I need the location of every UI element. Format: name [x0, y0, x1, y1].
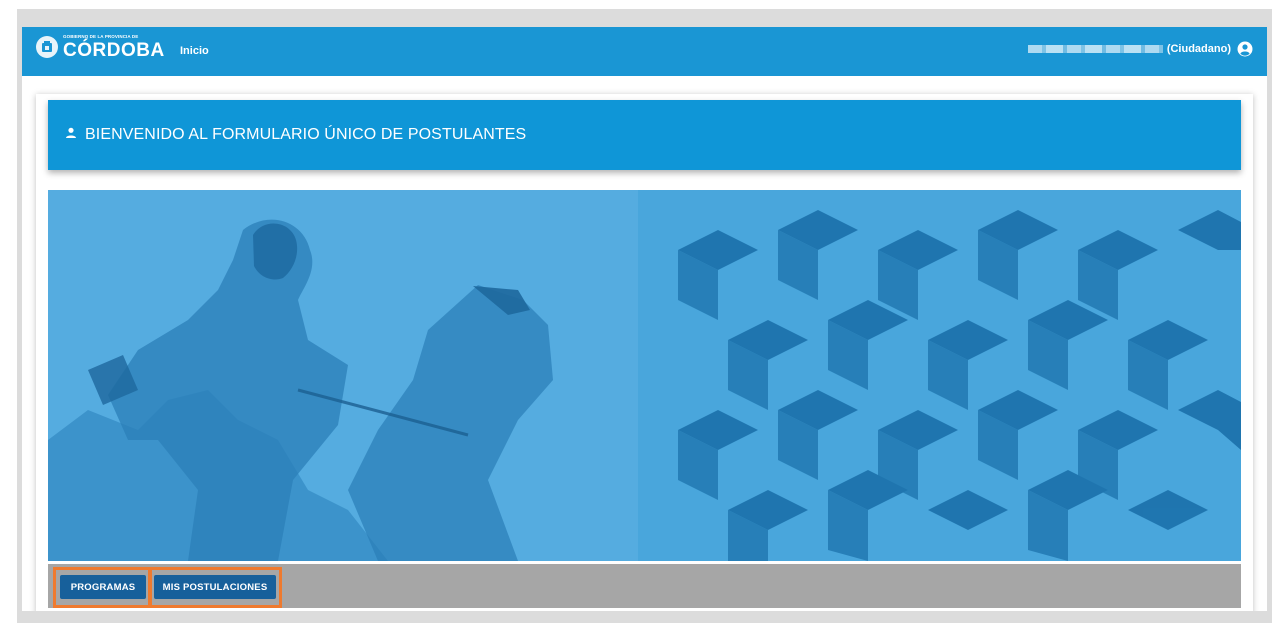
top-navbar: GOBIERNO DE LA PROVINCIA DE CÓRDOBA Inic… [22, 27, 1267, 76]
user-role-label: (Ciudadano) [1166, 43, 1231, 55]
logo-title: CÓRDOBA [63, 39, 165, 61]
nav-link-inicio[interactable]: Inicio [180, 45, 209, 57]
geometric-building-illustration [638, 190, 1241, 561]
hero-image [48, 190, 1241, 561]
main-card: BIENVENIDO AL FORMULARIO ÚNICO DE POSTUL… [36, 94, 1253, 611]
programas-button[interactable]: PROGRAMAS [60, 575, 146, 599]
user-circle-icon[interactable] [1237, 41, 1253, 57]
logo-subtitle: GOBIERNO DE LA PROVINCIA DE [63, 34, 139, 39]
province-seal-icon [36, 36, 58, 59]
action-bar: PROGRAMAS MIS POSTULACIONES [48, 564, 1241, 608]
mis-postulaciones-button[interactable]: MIS POSTULACIONES [154, 575, 276, 599]
blurred-username [1027, 45, 1163, 53]
person-icon [66, 127, 76, 138]
app-window: GOBIERNO DE LA PROVINCIA DE CÓRDOBA Inic… [22, 27, 1267, 611]
cordoba-logo[interactable]: GOBIERNO DE LA PROVINCIA DE CÓRDOBA [36, 34, 165, 61]
equestrian-statue-illustration [48, 190, 638, 561]
user-menu[interactable]: (Ciudadano) [1027, 41, 1253, 57]
page-title: BIENVENIDO AL FORMULARIO ÚNICO DE POSTUL… [85, 126, 527, 143]
welcome-banner: BIENVENIDO AL FORMULARIO ÚNICO DE POSTUL… [48, 100, 1241, 170]
